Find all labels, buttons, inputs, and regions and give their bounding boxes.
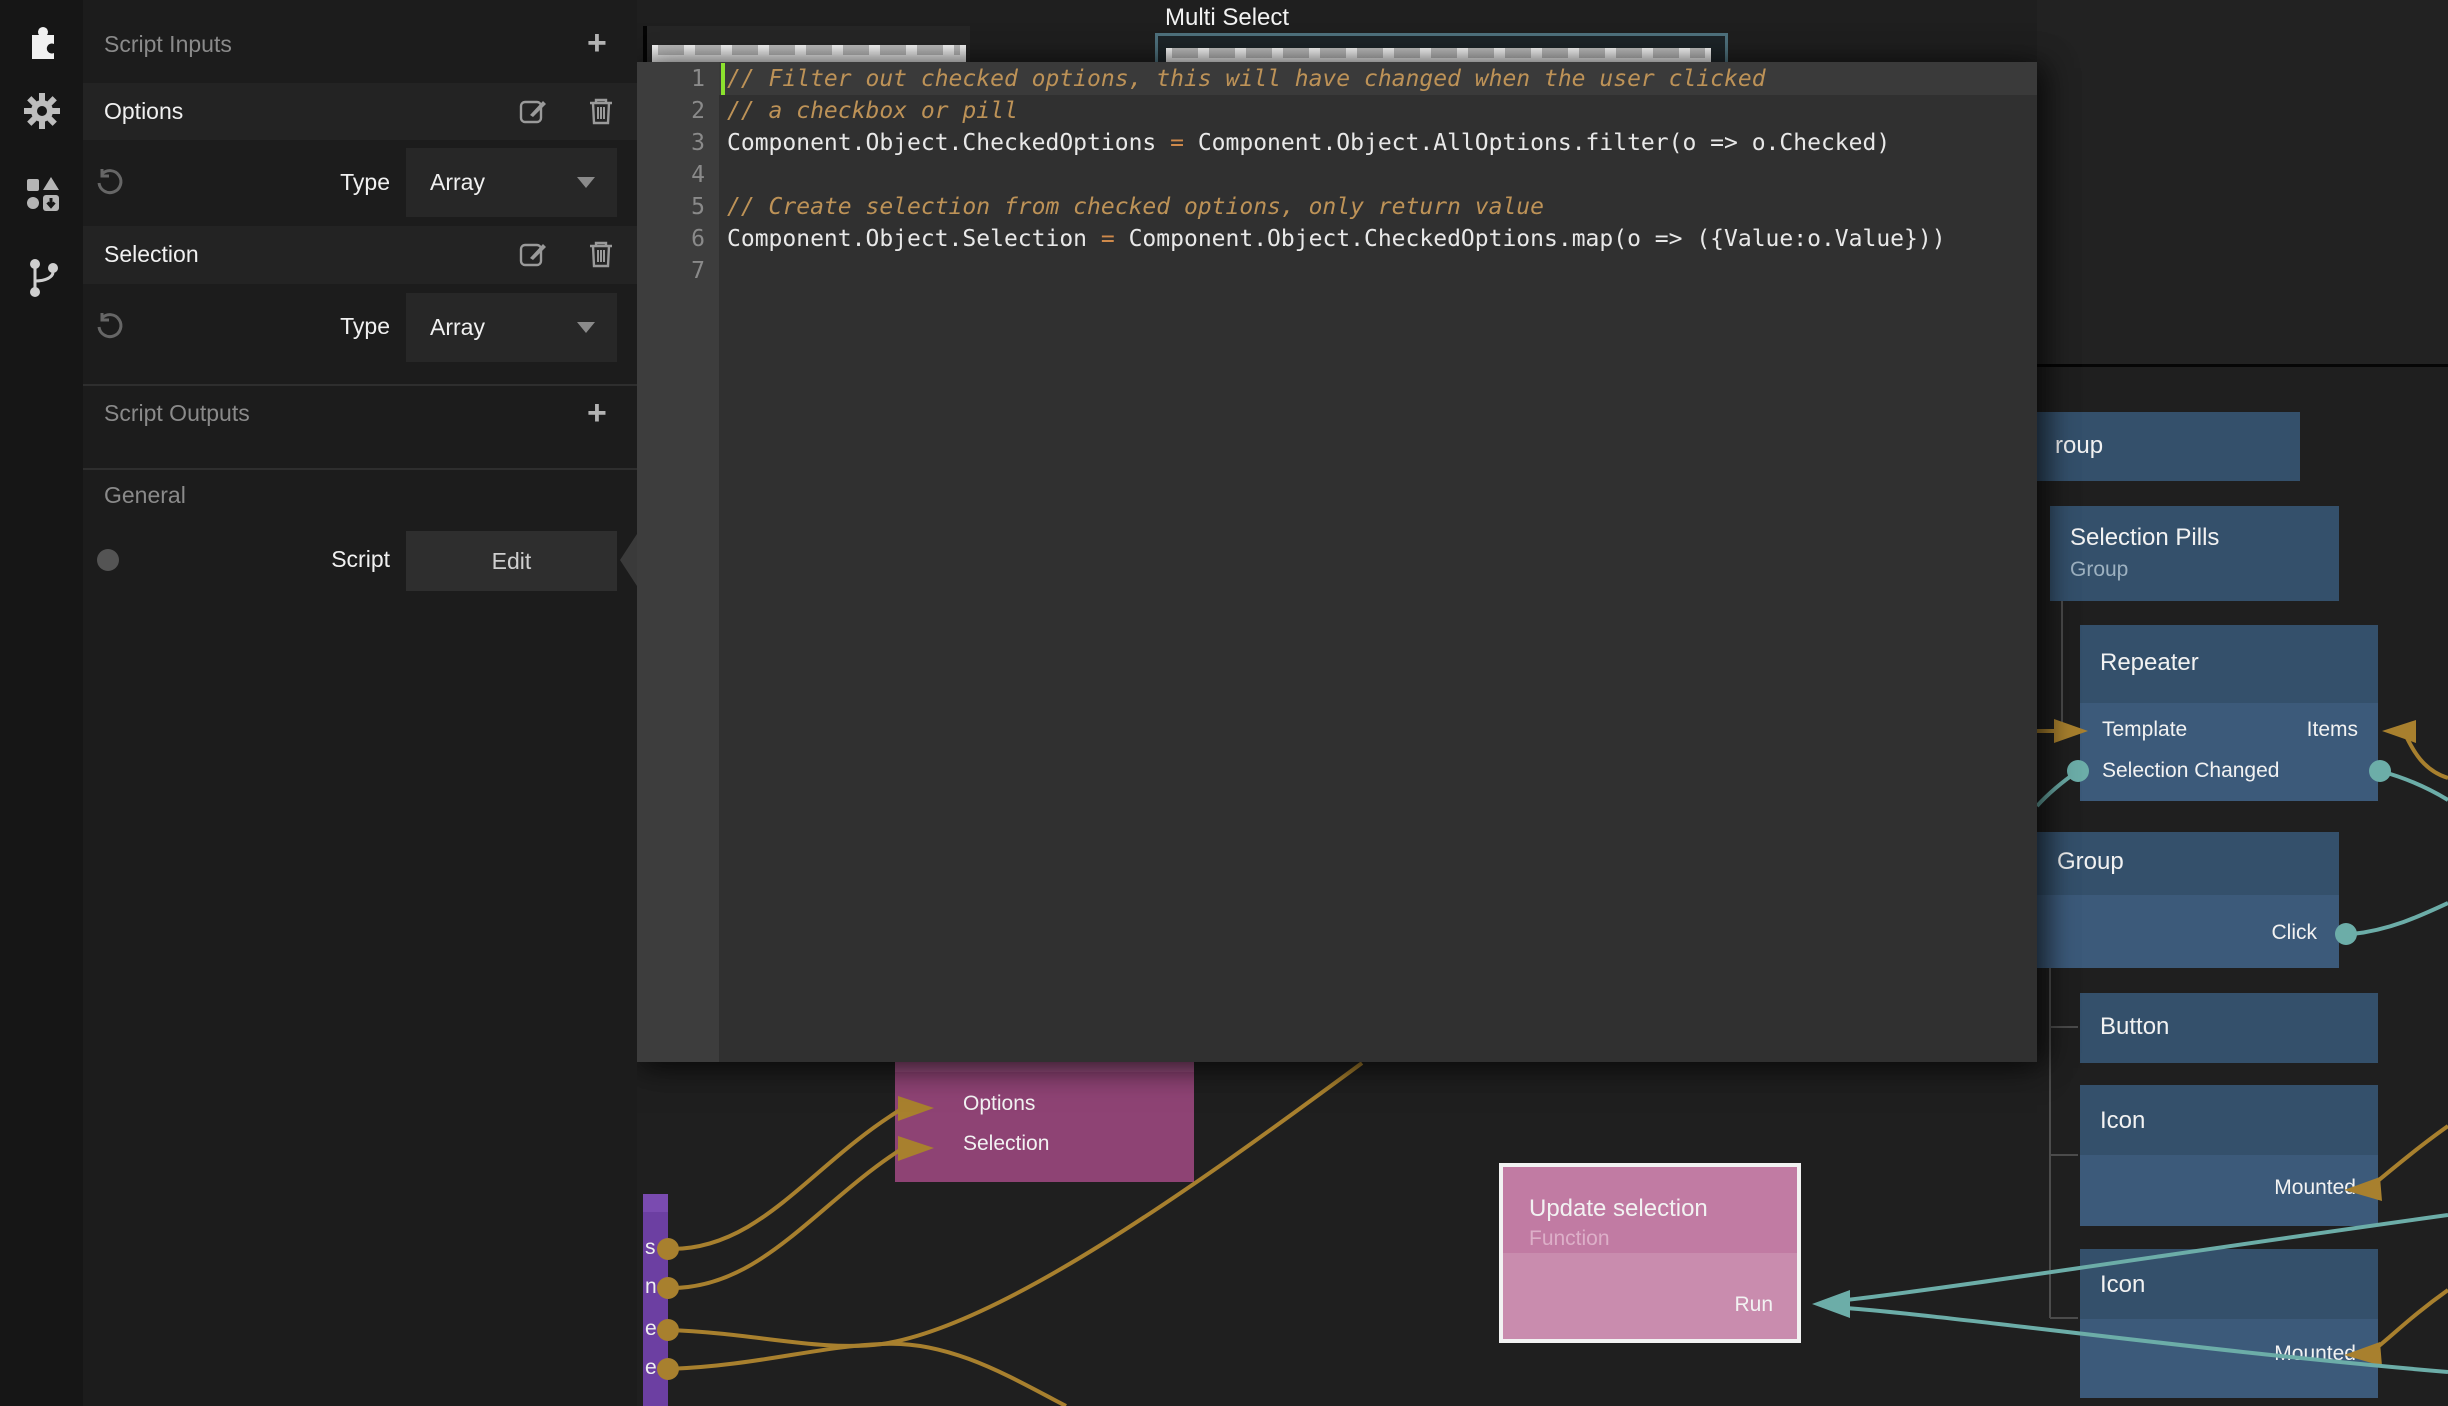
edit-button-label: Edit <box>492 548 532 575</box>
node-title: Update selection <box>1529 1195 1708 1223</box>
port-mounted[interactable]: Mounted <box>2274 1342 2356 1366</box>
canvas-horizontal-divider <box>2037 364 2448 367</box>
node-group[interactable]: Group Click <box>2037 832 2339 968</box>
canvas-top-right-region <box>2037 0 2448 364</box>
node-update-selection[interactable]: Update selection Function Run <box>1499 1163 1801 1343</box>
line-number: 1 <box>645 63 705 95</box>
line-number: 5 <box>645 191 705 223</box>
node-group-cut[interactable]: roup <box>2037 412 2300 481</box>
delete-input-icon[interactable] <box>586 95 616 132</box>
input-row-options[interactable]: Options <box>83 83 637 140</box>
type-dropdown[interactable]: Array <box>406 148 617 217</box>
teal-arrowheads <box>1812 1290 1850 1318</box>
node-selection-pills[interactable]: Selection Pills Group <box>2050 506 2339 601</box>
editor-gutter: 1234567 <box>637 62 719 1062</box>
line-number: 6 <box>645 223 705 255</box>
app-root: Multi Select roup Selection Pills Group … <box>0 0 2448 1406</box>
properties-panel: Script Inputs + Options <box>83 0 637 1406</box>
delete-input-icon[interactable] <box>586 238 616 275</box>
node-icon-bottom[interactable]: Icon Mounted <box>2080 1249 2378 1398</box>
line-number: 4 <box>645 159 705 191</box>
edit-input-icon[interactable] <box>517 239 549 276</box>
preview-checkbox-row <box>1172 48 1705 58</box>
node-subtitle: Function <box>1529 1227 1610 1251</box>
port-fragment: n <box>645 1275 657 1299</box>
port-selection-changed[interactable]: Selection Changed <box>2102 759 2279 783</box>
node-repeater[interactable]: Repeater Template Items Selection Change… <box>2080 625 2378 801</box>
preview-checkbox-row <box>658 45 960 55</box>
node-title: Selection Pills <box>2070 524 2219 552</box>
port-fragment: s <box>645 1236 656 1260</box>
node-title: Icon <box>2100 1271 2145 1299</box>
node-title: Group <box>2057 848 2124 876</box>
icon-rail <box>0 0 83 1406</box>
divider <box>83 384 637 386</box>
script-row: Script Edit <box>83 531 637 591</box>
line-number: 2 <box>645 95 705 127</box>
type-value: Array <box>430 169 485 196</box>
components-puzzle-icon[interactable] <box>21 20 63 62</box>
add-script-input-button[interactable]: + <box>587 28 607 58</box>
preview-bar <box>652 45 966 62</box>
editor-caret <box>721 63 725 95</box>
code-line[interactable]: Component.Object.Selection = Component.O… <box>727 223 1946 255</box>
port-fragment: e <box>645 1317 657 1341</box>
general-header: General <box>104 482 186 509</box>
port-click[interactable]: Click <box>2272 921 2318 945</box>
settings-gear-icon[interactable] <box>21 90 63 132</box>
input-type-row: Type Array <box>83 140 637 226</box>
port-fragment: e <box>645 1356 657 1380</box>
node-icon-top[interactable]: Icon Mounted <box>2080 1085 2378 1226</box>
chevron-down-icon <box>577 177 595 188</box>
node-object-ports[interactable]: Options Selection <box>895 1062 1194 1182</box>
script-outputs-header: Script Outputs <box>104 400 250 427</box>
input-row-selection[interactable]: Selection <box>83 226 637 284</box>
port-options[interactable]: Options <box>963 1092 1035 1116</box>
editor-tooltip-arrow <box>620 534 637 586</box>
input-name: Selection <box>104 241 199 268</box>
reset-icon[interactable] <box>95 312 125 347</box>
port-run[interactable]: Run <box>1734 1293 1773 1317</box>
node-title: roup <box>2055 432 2103 460</box>
node-purple-cut[interactable]: s n e e <box>643 1194 668 1406</box>
type-dropdown[interactable]: Array <box>406 293 617 362</box>
multi-select-label: Multi Select <box>1165 4 1289 32</box>
node-subtitle: Group <box>2070 558 2128 582</box>
input-name: Options <box>104 98 183 125</box>
add-script-output-button[interactable]: + <box>587 398 607 428</box>
type-label: Type <box>275 169 390 196</box>
code-line[interactable]: // a checkbox or pill <box>727 95 1018 127</box>
node-button[interactable]: Button <box>2080 993 2378 1063</box>
modules-icon[interactable] <box>21 172 63 214</box>
code-line[interactable]: Component.Object.CheckedOptions = Compon… <box>727 127 1890 159</box>
edit-script-button[interactable]: Edit <box>406 531 617 591</box>
line-number: 3 <box>645 127 705 159</box>
line-number: 7 <box>645 255 705 287</box>
port-mounted[interactable]: Mounted <box>2274 1176 2356 1200</box>
node-title: Icon <box>2100 1107 2145 1135</box>
script-inputs-header: Script Inputs <box>104 31 232 58</box>
input-type-row: Type Array <box>83 284 637 370</box>
port-items[interactable]: Items <box>2307 718 2358 742</box>
divider <box>83 468 637 470</box>
edit-input-icon[interactable] <box>517 96 549 133</box>
reset-icon[interactable] <box>95 168 125 203</box>
component-preview-left <box>643 26 970 62</box>
code-line[interactable]: // Create selection from checked options… <box>727 191 1544 223</box>
chevron-down-icon <box>577 322 595 333</box>
code-editor[interactable]: 1234567 // Filter out checked options, t… <box>637 62 2037 1062</box>
version-branch-icon[interactable] <box>21 256 63 298</box>
node-title: Button <box>2100 1013 2169 1041</box>
type-value: Array <box>430 314 485 341</box>
type-label: Type <box>275 313 390 340</box>
code-line[interactable]: // Filter out checked options, this will… <box>727 63 1766 95</box>
node-title: Repeater <box>2100 649 2199 677</box>
port-selection[interactable]: Selection <box>963 1132 1049 1156</box>
script-label: Script <box>255 546 390 573</box>
port-template[interactable]: Template <box>2102 718 2187 742</box>
connection-dot <box>97 549 119 571</box>
